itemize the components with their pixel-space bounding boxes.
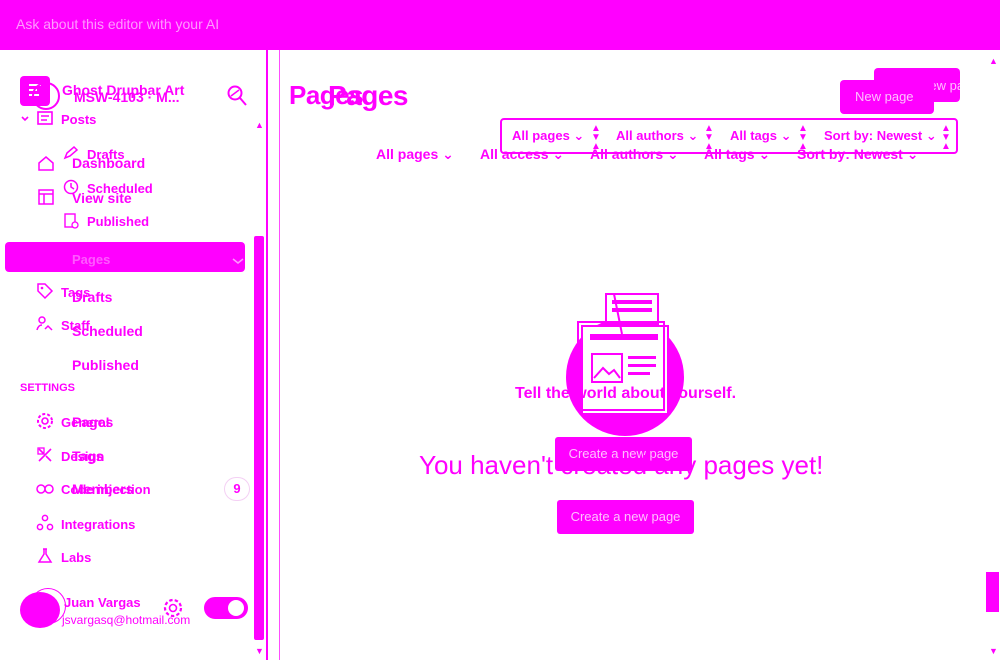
tag-icon [36,282,54,300]
nav-item-pages-echo[interactable]: Pages [72,414,113,430]
nav-item-posts[interactable]: Posts [61,112,96,127]
chevron-down-icon[interactable] [20,114,30,124]
nav-item-members-echo[interactable]: Members [72,481,133,497]
page-title-secondary: Pages [328,80,409,111]
filter-access-label: All access [480,146,549,162]
settings-heading: SETTINGS [20,382,76,394]
main-scrollbar-thumb[interactable] [986,572,999,612]
filter-author-label: All authors [616,128,684,143]
nav-item-tags-echo[interactable]: Tags [72,448,104,464]
filter-tag-label: All tags [730,128,777,143]
nav-item-pages-active[interactable] [5,242,245,272]
main-scrollbar[interactable] [986,50,1000,660]
top-bar-input[interactable]: Ask about this editor with your AI [16,16,219,32]
nav-item-scheduled-echo[interactable]: Scheduled [72,323,143,339]
members-count-badge: 9 [225,478,249,500]
filter-tag-secondary-label: All tags [704,146,755,162]
search-icon[interactable] [226,84,248,108]
flask-icon [36,547,54,565]
nav-item-drafts-echo[interactable]: Drafts [72,289,112,305]
main-scroll-up-arrow[interactable]: ▲ [989,56,998,66]
gear-icon [36,412,54,430]
filter-type-select-secondary[interactable]: All pages ⌄ [376,146,454,163]
site-subtitle: MSW-4103 · M... [74,89,180,105]
filter-author-select-secondary[interactable]: All authors ⌄ [590,146,679,163]
toggle-knob [228,600,244,616]
new-page-button-secondary[interactable]: New page [840,80,934,114]
stepper[interactable]: ▲ ▼ ▲ [941,124,951,152]
filter-type-label: All pages [512,128,570,143]
chevron-down-icon[interactable] [230,256,246,266]
filter-tag-select[interactable]: All tags ⌄ [730,128,791,144]
filter-author-secondary-label: All authors [590,146,664,162]
design-icon [36,446,54,464]
filter-sort-select[interactable]: Sort by: Newest ⌄ [824,128,937,144]
sidebar [0,50,268,660]
integrations-icon [36,514,54,532]
sidebar-scroll-up-arrow[interactable]: ▲ [255,120,264,130]
filter-sort-secondary-label: Sort by: Newest [797,146,903,162]
night-mode-toggle[interactable] [204,597,248,619]
nav-item-pages-label: Pages [72,252,111,267]
filter-access-select[interactable]: All access ⌄ [480,146,564,163]
nav-item-published[interactable]: Published [87,214,149,229]
filter-sort-label: Sort by: Newest [824,128,923,143]
nav-item-view-site[interactable]: View site [72,190,132,206]
home-icon [36,154,56,172]
posts-icon [36,110,54,126]
filter-sort-select-secondary[interactable]: Sort by: Newest ⌄ [797,146,918,163]
nav-item-dashboard[interactable]: Dashboard [72,155,145,171]
empty-state-heading: You haven't created any pages yet! [419,450,824,480]
empty-state-tagline: Tell the world about yourself. [515,385,737,402]
filter-author-select[interactable]: All authors ⌄ [616,128,698,144]
published-doc-icon [62,212,80,230]
avatar-ring [30,588,66,624]
site-logo-ring [32,82,60,110]
new-page-button-secondary-label: New page [855,89,914,104]
gear-icon[interactable] [162,597,184,619]
layout-icon [36,188,56,206]
user-name: Juan Vargas [64,595,141,610]
settings-item-labs[interactable]: Labs [61,550,91,565]
code-injection-icon [34,480,56,498]
create-page-button-secondary[interactable]: Create a new page [557,500,694,534]
main-divider [279,50,280,660]
sidebar-scrollbar-thumb[interactable] [254,236,264,640]
nav-item-published-echo[interactable]: Published [72,357,139,373]
staff-icon [36,315,54,333]
create-page-button-secondary-label: Create a new page [570,509,681,524]
filter-type-secondary-label: All pages [376,146,439,162]
filter-type-select[interactable]: All pages ⌄ [512,128,584,144]
main-scroll-down-arrow[interactable]: ▼ [989,646,998,656]
filter-tag-select-secondary[interactable]: All tags ⌄ [704,146,770,163]
sidebar-scroll-down-arrow[interactable]: ▼ [255,646,264,656]
settings-item-integrations[interactable]: Integrations [61,517,135,532]
